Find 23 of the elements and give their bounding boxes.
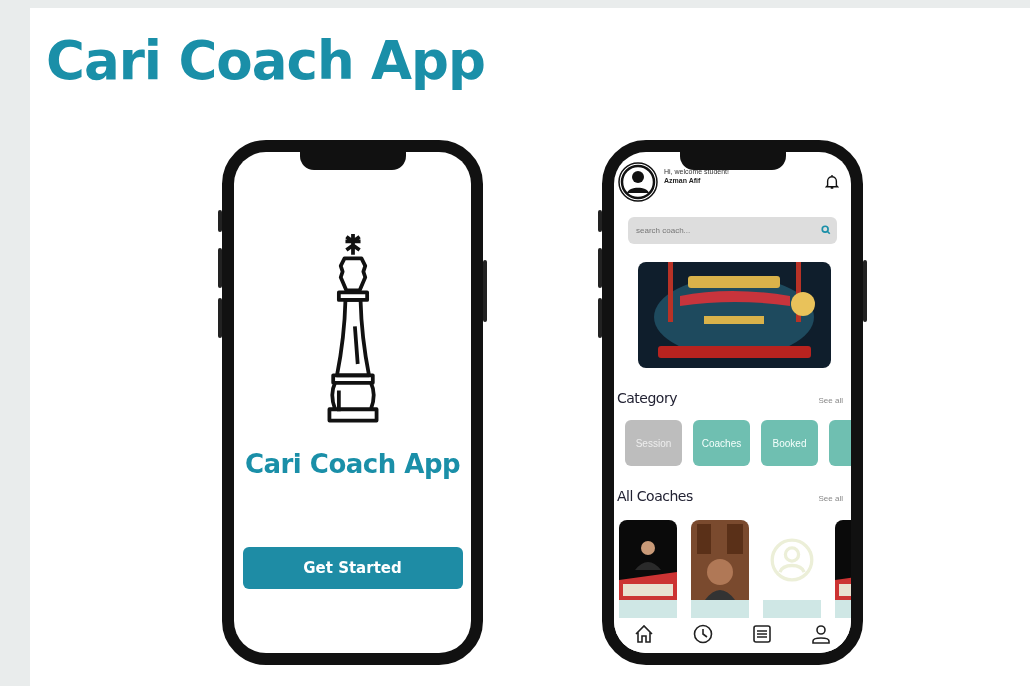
coach-name-bar	[763, 600, 821, 618]
app-name: Cari Coach App	[244, 449, 461, 479]
home-icon[interactable]	[633, 624, 654, 644]
see-all-link[interactable]: See all	[818, 396, 843, 405]
avatar-icon[interactable]	[618, 162, 658, 202]
page-title: Cari Coach App	[45, 29, 486, 92]
get-started-button[interactable]: Get Started	[242, 547, 463, 589]
coach-name-bar	[691, 600, 749, 618]
coach-card[interactable]	[691, 520, 749, 618]
section-heading: All Coaches	[617, 488, 693, 504]
user-icon[interactable]	[811, 624, 832, 644]
search-icon[interactable]	[821, 225, 831, 235]
coach-card[interactable]	[619, 520, 677, 618]
list-icon[interactable]	[752, 624, 773, 644]
category-chip[interactable]: Coaches	[693, 420, 750, 466]
person-placeholder-icon	[770, 538, 814, 582]
category-chip[interactable]: Booked	[761, 420, 818, 466]
section-heading: Category	[617, 390, 677, 406]
coach-name-bar	[619, 600, 677, 618]
see-all-link[interactable]: See all	[818, 494, 843, 503]
search-field[interactable]: search coach...	[628, 217, 837, 244]
clock-icon[interactable]	[692, 624, 713, 644]
bell-icon[interactable]	[825, 174, 839, 190]
